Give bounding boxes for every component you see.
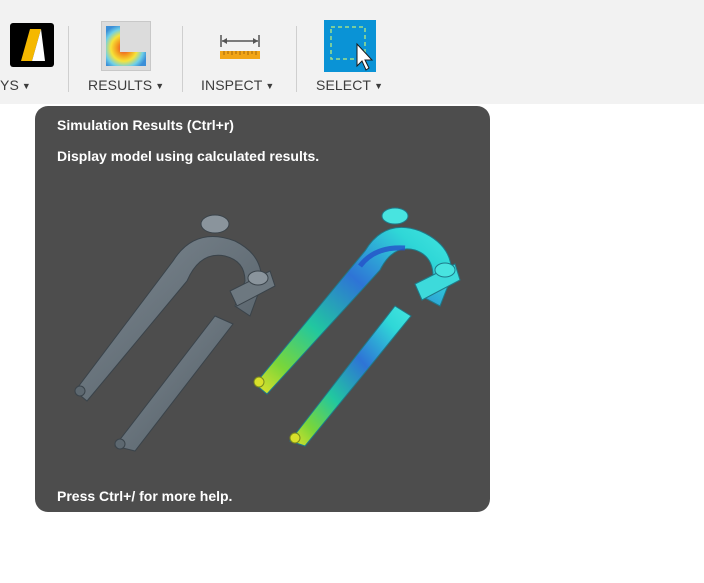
toolbar-label-text: RESULTS: [88, 77, 153, 93]
selection-cursor-icon[interactable]: [324, 20, 376, 72]
fork-model-gray-icon: [74, 214, 276, 452]
toolbar-label-inspect[interactable]: INSPECT ▼: [201, 77, 274, 93]
ruler-measure-icon[interactable]: [216, 21, 264, 69]
toolbar-group-results[interactable]: RESULTS ▼: [82, 0, 172, 104]
fork-model-stress-contour-icon: [253, 207, 461, 447]
toolbar-label-results[interactable]: RESULTS ▼: [88, 77, 164, 93]
toolbar-label-analysis[interactable]: YS ▼: [0, 77, 31, 93]
toolbar-group-inspect[interactable]: INSPECT ▼: [196, 0, 286, 104]
toolbar: YS ▼ RESULTS ▼ INSPECT ▼ SELECT ▼: [0, 0, 704, 104]
chevron-down-icon: ▼: [21, 81, 31, 91]
toolbar-label-text: SELECT: [316, 77, 372, 93]
tooltip-description: Display model using calculated results.: [57, 148, 320, 164]
chevron-down-icon: ▼: [374, 81, 384, 91]
tooltip-simulation-results: Simulation Results (Ctrl+r) Display mode…: [35, 106, 490, 512]
toolbar-separator: [296, 26, 297, 92]
tooltip-preview-image: [65, 206, 465, 459]
toolbar-label-text: YS: [0, 77, 19, 93]
chevron-down-icon: ▼: [155, 81, 165, 91]
toolbar-separator: [68, 26, 69, 92]
chevron-down-icon: ▼: [265, 81, 275, 91]
toolbar-separator: [182, 26, 183, 92]
toolbar-label-text: INSPECT: [201, 77, 263, 93]
results-contour-icon[interactable]: [101, 21, 151, 71]
toolbar-group-select[interactable]: SELECT ▼: [310, 0, 400, 104]
toolbar-label-select[interactable]: SELECT ▼: [316, 77, 383, 93]
tooltip-help-hint: Press Ctrl+/ for more help.: [57, 488, 233, 504]
toolbar-group-analysis[interactable]: YS ▼: [0, 0, 68, 104]
analysis-logo-icon[interactable]: [8, 21, 56, 69]
tooltip-title: Simulation Results (Ctrl+r): [57, 117, 234, 133]
